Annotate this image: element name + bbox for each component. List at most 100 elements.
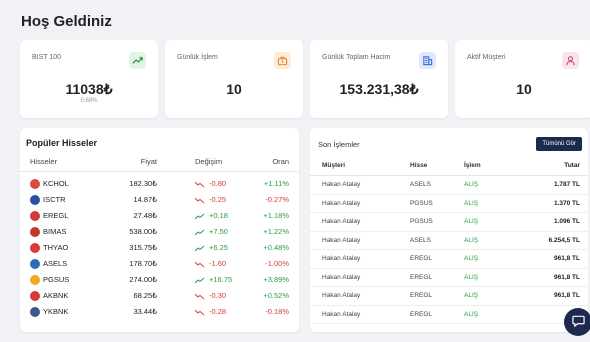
stat-value: 10 — [226, 81, 242, 97]
action: ALIŞ — [464, 218, 479, 225]
ticker: YKBNK — [43, 307, 69, 316]
stock-logo-icon — [30, 227, 40, 237]
stock: PGSUS — [410, 199, 433, 207]
price: 538.00₺ — [129, 227, 157, 236]
table-row[interactable]: ISCTR 14.87₺ -0.25 -0.27% — [20, 192, 299, 208]
customer: Hakan Atalay — [322, 199, 361, 207]
stock-logo-icon — [30, 259, 40, 269]
stock: EREGL — [410, 273, 433, 281]
trend-down-icon — [195, 179, 209, 188]
ticker: EREGL — [43, 211, 69, 220]
action: ALIŞ — [464, 199, 479, 207]
pct: -0.18% — [265, 307, 289, 316]
trend-down-icon — [195, 291, 209, 300]
change: -0.30 — [209, 291, 227, 300]
table-row[interactable]: PGSUS 274.00₺ +16.75 +3.89% — [20, 272, 299, 288]
amount: 1.370 TL — [553, 199, 580, 207]
ticker: KCHOL — [43, 179, 69, 188]
ticker: PGSUS — [43, 275, 70, 284]
stock-logo-icon — [30, 243, 40, 253]
change-cell: -1.60 — [195, 256, 226, 272]
table-row[interactable]: EREGL 27.48₺ +0.18 +1.18% — [20, 208, 299, 224]
table-row[interactable]: KCHOL 182.30₺ -0.80 +1.11% — [20, 176, 299, 192]
stock-cell: KCHOL — [30, 176, 69, 192]
table-row[interactable]: Hakan Atalay ASELS ALIŞ 1.787 TL — [310, 176, 588, 195]
stat-label: Aktif Müşteri — [467, 54, 506, 61]
change-cell: -0.28 — [195, 304, 226, 320]
amount: 961,8 TL — [553, 273, 580, 281]
price: 182.30₺ — [129, 179, 157, 188]
table-row[interactable]: Hakan Atalay EREGL ALIŞ 961,8 TL — [310, 250, 588, 269]
chat-button[interactable] — [564, 308, 590, 336]
change-cell: -0.30 — [195, 288, 226, 304]
header-stock: Hisse — [410, 162, 428, 169]
change: -0.28 — [209, 307, 227, 316]
recent-trades-panel: Son İşlemler Tümünü Gör Müşteri Hisse İş… — [310, 128, 588, 332]
change-cell: -0.25 — [195, 192, 226, 208]
trend-down-icon — [195, 259, 209, 268]
stock-logo-icon — [30, 179, 40, 189]
chat-icon — [571, 314, 585, 330]
table-row[interactable]: ASELS 178.70₺ -1.60 -1.00% — [20, 256, 299, 272]
amount: 6.254,5 TL — [548, 236, 580, 244]
trend-down-icon — [195, 195, 209, 204]
table-row[interactable]: YKBNK 33.44₺ -0.28 -0.18% — [20, 304, 299, 320]
action: ALIŞ — [464, 236, 479, 244]
stock-logo-icon — [30, 307, 40, 317]
stock-cell: BIMAS — [30, 224, 66, 240]
stock-cell: THYAO — [30, 240, 68, 256]
change-cell: +7.50 — [195, 224, 228, 240]
change: -0.80 — [209, 179, 227, 188]
table-row[interactable]: Hakan Atalay ASELS ALIŞ 6.254,5 TL — [310, 232, 588, 250]
table-row[interactable]: AKBNK 68.25₺ -0.30 +0.52% — [20, 288, 299, 304]
header-pct: Oran — [272, 157, 289, 166]
table-row[interactable]: Hakan Atalay EREGL ALIŞ 961,8 TL — [310, 269, 588, 287]
stock-logo-icon — [30, 211, 40, 221]
amount: 1.096 TL — [553, 218, 580, 225]
trend-down-icon — [195, 307, 209, 316]
stock: ASELS — [410, 181, 431, 188]
customer: Hakan Atalay — [322, 292, 361, 299]
customer: Hakan Atalay — [322, 236, 361, 244]
change: +6.25 — [209, 243, 228, 252]
change: +16.75 — [209, 275, 233, 284]
table-row[interactable]: Hakan Atalay PGSUS ALIŞ 1.096 TL — [310, 213, 588, 232]
customer: Hakan Atalay — [322, 181, 361, 188]
table-row[interactable]: Hakan Atalay EREGL ALIŞ 961,8 TL — [310, 287, 588, 306]
header-customer: Müşteri — [322, 162, 346, 169]
header-price: Fiyat — [140, 157, 157, 166]
trend-up-icon — [195, 227, 209, 236]
table-row[interactable]: BIMAS 538.00₺ +7.50 +1.22% — [20, 224, 299, 240]
stock: PGSUS — [410, 218, 433, 225]
stat-value: 153.231,38₺ — [339, 81, 419, 97]
ticker: ASELS — [43, 259, 68, 268]
users-icon — [562, 52, 579, 69]
stat-label: Günlük Toplam Hacim — [322, 54, 391, 61]
table-row[interactable]: Hakan AtalayEREGLALIŞ961 — [310, 306, 588, 324]
customer: Hakan Atalay — [322, 273, 361, 281]
stock-logo-icon — [30, 275, 40, 285]
header-stock: Hisseler — [30, 157, 58, 166]
price: 68.25₺ — [133, 291, 157, 300]
trend-up-icon — [129, 52, 146, 69]
amount: 961,8 TL — [553, 292, 580, 299]
ticker: ISCTR — [43, 195, 66, 204]
amount: 961,8 TL — [553, 255, 580, 262]
price: 274.00₺ — [129, 275, 157, 284]
customer: Hakan Atalay — [322, 218, 361, 225]
panel-title: Son İşlemler — [318, 140, 360, 149]
stock-cell: ISCTR — [30, 192, 66, 208]
pct: +3.89% — [263, 275, 289, 284]
pct: +0.52% — [263, 291, 289, 300]
briefcase-icon — [274, 52, 291, 69]
building-icon — [419, 52, 436, 69]
pct: -1.00% — [265, 259, 289, 268]
price: 315.75₺ — [129, 243, 157, 252]
stat-card-active-customers: Aktif Müşteri 10 — [455, 40, 590, 118]
table-row[interactable]: THYAO 315.75₺ +6.25 +0.48% — [20, 240, 299, 256]
action: ALIŞ — [464, 292, 479, 299]
stock-cell: PGSUS — [30, 272, 69, 288]
header-amount: Tutar — [564, 162, 580, 169]
table-row[interactable]: Hakan Atalay PGSUS ALIŞ 1.370 TL — [310, 195, 588, 213]
view-all-button[interactable]: Tümünü Gör — [536, 137, 582, 151]
